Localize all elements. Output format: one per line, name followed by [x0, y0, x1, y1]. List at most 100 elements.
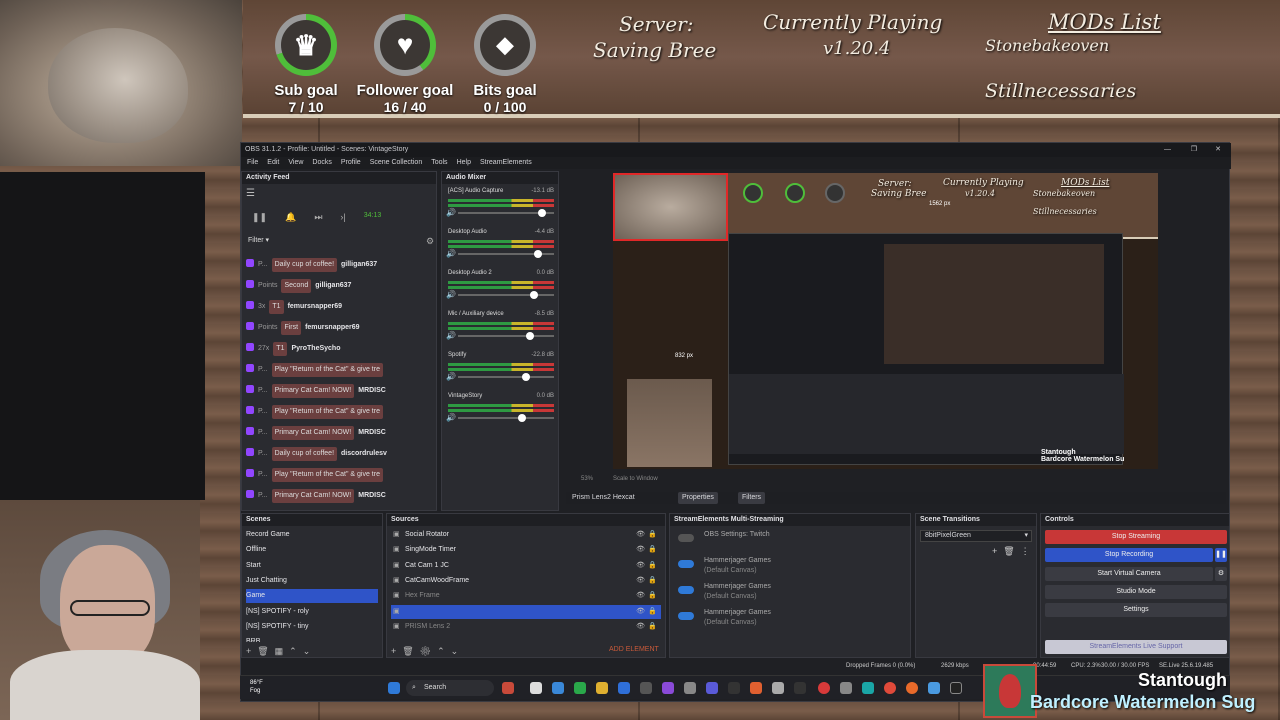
menu-item[interactable]: Tools [431, 157, 447, 169]
slider-knob[interactable] [538, 209, 546, 217]
properties-button[interactable]: Properties [678, 492, 718, 504]
menu-item[interactable]: File [247, 157, 258, 169]
list-item[interactable]: P... Daily cup of coffee! gilligan637 [246, 258, 428, 272]
app-icon[interactable] [662, 682, 674, 694]
speaker-icon[interactable]: 🔊 [446, 413, 456, 422]
volume-slider[interactable] [458, 209, 554, 217]
list-item[interactable]: P... Play "Return of the Cat" & give tre [246, 468, 428, 482]
chrome-icon[interactable] [818, 682, 830, 694]
scene-toolbar[interactable]: +🗑▦⌃⌄ [246, 646, 316, 657]
app-icon[interactable] [750, 682, 762, 694]
app-icon[interactable] [772, 682, 784, 694]
app-icon[interactable] [618, 682, 630, 694]
lock-icon[interactable]: 🔒 [648, 620, 657, 634]
list-item[interactable]: Points First femursnapper69 [246, 321, 428, 335]
app-icon[interactable] [502, 682, 514, 694]
eye-icon[interactable]: 👁 [636, 605, 645, 619]
eye-icon[interactable]: 👁 [636, 528, 645, 542]
menu-item[interactable]: StreamElements [480, 157, 532, 169]
studio-mode-button[interactable]: Studio Mode [1045, 585, 1227, 599]
gear-icon[interactable]: ⚙ [1215, 567, 1227, 581]
menu-item[interactable]: Edit [267, 157, 279, 169]
app-icon[interactable] [684, 682, 696, 694]
scene-item[interactable]: Game [246, 589, 378, 604]
filters-button[interactable]: Filters [738, 492, 766, 504]
lock-icon[interactable]: 🔒 [648, 605, 657, 619]
toggle-switch[interactable] [678, 560, 694, 568]
toggle-switch[interactable] [678, 612, 694, 620]
toggle-switch[interactable] [678, 586, 694, 594]
lock-icon[interactable]: 🔒 [648, 589, 657, 603]
source-item[interactable]: ▣ Hex Frame 👁 🔒 [391, 589, 661, 603]
menu-item[interactable]: Help [457, 157, 471, 169]
volume-slider[interactable] [458, 373, 554, 381]
scene-item[interactable]: BRB [246, 635, 378, 642]
app-icon[interactable] [574, 682, 586, 694]
app-icon[interactable] [530, 682, 542, 694]
menu-item[interactable]: Profile [341, 157, 361, 169]
lock-icon[interactable]: 🔒 [648, 559, 657, 573]
multistream-row[interactable]: Hammerjager Games (Default Canvas) [674, 554, 906, 578]
scene-item[interactable]: [NS] SPOTIFY - roly [246, 605, 378, 619]
settings-icon[interactable]: ⚙ [426, 236, 434, 247]
app-icon[interactable] [552, 682, 564, 694]
volume-slider[interactable] [458, 414, 554, 422]
list-item[interactable]: P... Primary Cat Cam! NOW! MRDISC [246, 489, 428, 503]
app-icon[interactable] [640, 682, 652, 694]
list-item[interactable]: P... Play "Return of the Cat" & give tre [246, 405, 428, 419]
multistream-row[interactable]: Hammerjager Games (Default Canvas) [674, 606, 906, 630]
menu-item[interactable]: Scene Collection [370, 157, 423, 169]
list-item[interactable]: P... Primary Cat Cam! NOW! MRDISC [246, 384, 428, 398]
menu-item[interactable]: View [288, 157, 303, 169]
scene-item[interactable]: Just Chatting [246, 574, 378, 588]
close-icon[interactable]: ✕ [1215, 143, 1221, 157]
source-item[interactable]: ▣ Social Rotator 👁 🔒 [391, 528, 661, 542]
lock-icon[interactable]: 🔒 [648, 543, 657, 557]
speaker-icon[interactable]: 🔊 [446, 290, 456, 299]
folder-icon[interactable] [596, 682, 608, 694]
scene-item[interactable]: Record Game [246, 528, 378, 542]
pause-recording-icon[interactable]: ❚❚ [1215, 548, 1227, 562]
toggle-switch[interactable] [678, 534, 694, 542]
stop-streaming-button[interactable]: Stop Streaming [1045, 530, 1227, 544]
source-item[interactable]: ▣ 👁 🔒 [391, 604, 661, 619]
list-item[interactable]: P... Primary Cat Cam! NOW! MRDISC [246, 426, 428, 440]
source-item[interactable]: ▣ CatCamWoodFrame 👁 🔒 [391, 574, 661, 588]
live-support-button[interactable]: StreamElements Live Support [1045, 640, 1227, 654]
volume-slider[interactable] [458, 250, 554, 258]
add-element-button[interactable]: ADD ELEMENT [609, 646, 659, 653]
slider-knob[interactable] [522, 373, 530, 381]
scene-item[interactable]: [NS] SPOTIFY - tiny [246, 620, 378, 634]
maximize-icon[interactable]: ❐ [1191, 143, 1197, 157]
app-icon[interactable] [928, 682, 940, 694]
eye-icon[interactable]: 👁 [636, 589, 645, 603]
pause-icon[interactable]: ❚❚ [252, 212, 267, 226]
volume-slider[interactable] [458, 332, 554, 340]
multistream-row[interactable]: Hammerjager Games (Default Canvas) [674, 580, 906, 604]
eye-icon[interactable]: 👁 [636, 543, 645, 557]
speaker-icon[interactable]: 🔊 [446, 331, 456, 340]
skip-icon[interactable]: ⏭ [314, 212, 322, 226]
windows-icon[interactable] [388, 682, 400, 694]
filter-dropdown[interactable]: Filter ▾ [248, 236, 269, 244]
source-toolbar-buttons[interactable]: +🗑⚙⌃⌄ [391, 646, 464, 657]
weather-widget[interactable]: 86°F Fog [250, 679, 263, 695]
speaker-icon[interactable]: 🔊 [446, 249, 456, 258]
multistream-row[interactable]: OBS Settings: Twitch [674, 528, 906, 552]
source-item[interactable]: ▣ PRISM Lens 2 👁 🔒 [391, 620, 661, 634]
taskbar-search[interactable]: ⌕ Search [406, 680, 494, 696]
hamburger-icon[interactable]: ☰ [246, 188, 255, 199]
app-icon[interactable] [862, 682, 874, 694]
minimize-icon[interactable]: — [1164, 143, 1171, 157]
scene-item[interactable]: Start [246, 559, 378, 573]
next-icon[interactable]: ›| [340, 212, 345, 226]
list-item[interactable]: P... Daily cup of coffee! discordrulesv [246, 447, 428, 461]
app-icon[interactable] [706, 682, 718, 694]
list-item[interactable]: Points Second gilligan637 [246, 279, 428, 293]
slider-knob[interactable] [530, 291, 538, 299]
transition-select[interactable]: 8bitPixelGreen ▾ [920, 530, 1032, 542]
transition-buttons[interactable]: +🗑⋮ [992, 546, 1036, 557]
scale-text[interactable]: Scale to Window [613, 476, 658, 482]
menu-item[interactable]: Docks [312, 157, 331, 169]
lock-icon[interactable]: 🔒 [648, 528, 657, 542]
